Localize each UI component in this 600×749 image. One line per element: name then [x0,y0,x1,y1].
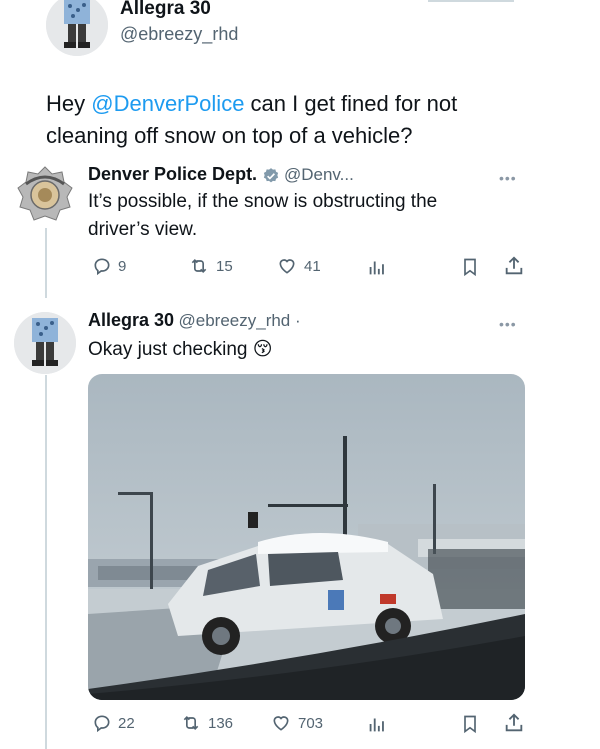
police-reply-text: It’s possible, if the snow is obstructin… [88,191,438,240]
share-button[interactable] [503,255,525,277]
tweet-text-prefix: Hey [46,91,92,116]
reply-button[interactable]: 9 [92,256,126,276]
thread-line [45,228,47,298]
tweet-text: Hey @DenverPolice can I get fined for no… [46,88,516,152]
mention-link[interactable]: @DenverPolice [91,91,244,116]
heart-icon [279,259,295,274]
handle[interactable]: @ebreezy_rhd [120,24,238,45]
like-button[interactable]: 703 [270,713,323,733]
attached-photo[interactable] [88,374,525,700]
allegra-avatar[interactable] [14,312,76,374]
police-handle[interactable]: @Denv... [284,165,354,184]
like-button[interactable]: 41 [276,256,321,276]
snow-covered-police-car-photo [88,374,525,700]
views-button[interactable] [366,256,388,278]
bookmark-button[interactable] [460,256,480,278]
display-name[interactable]: Allegra 30 [120,0,211,20]
bookmark-button[interactable] [460,713,480,735]
verified-badge-icon [263,167,278,183]
share-icon [505,713,523,732]
avatar-image [46,0,108,56]
reply-count: 9 [118,257,127,275]
kissing-face-emoji: 😚 [252,339,273,360]
share-button[interactable] [503,712,525,734]
share-icon [505,256,523,275]
police-display-name[interactable]: Denver Police Dept. [88,164,257,184]
reply-icon [94,715,110,733]
police-avatar[interactable] [14,164,76,226]
like-count: 703 [298,714,324,732]
avatar[interactable] [46,0,108,56]
reply-header: Denver Police Dept. @Denv... [88,164,354,185]
repost-button[interactable]: 136 [180,713,233,733]
allegra-handle[interactable]: @ebreezy_rhd · [179,311,301,330]
repost-icon [191,258,207,274]
like-count: 41 [304,257,321,275]
allegra-reply-text: Okay just checking 😚 [88,336,273,364]
bookmark-icon [464,258,476,277]
avatar-image [14,312,76,374]
police-badge-icon [17,166,73,221]
reply-icon [94,258,110,276]
more-options-button[interactable]: ••• [499,316,517,332]
top-divider [428,0,514,2]
heart-icon [273,716,289,731]
repost-button[interactable]: 15 [188,256,233,276]
repost-count: 136 [208,714,234,732]
views-icon [369,718,384,732]
more-options-button[interactable]: ••• [499,170,517,186]
views-icon [369,261,384,275]
allegra-reply-body: Okay just checking [88,339,248,360]
reply-header: Allegra 30 @ebreezy_rhd · [88,310,301,331]
thread-line [45,375,47,749]
views-button[interactable] [366,713,388,735]
repost-icon [183,715,199,731]
allegra-display-name[interactable]: Allegra 30 [88,310,174,330]
reply-count: 22 [118,714,135,732]
reply-button[interactable]: 22 [92,713,135,733]
repost-count: 15 [216,257,233,275]
bookmark-icon [464,715,476,734]
